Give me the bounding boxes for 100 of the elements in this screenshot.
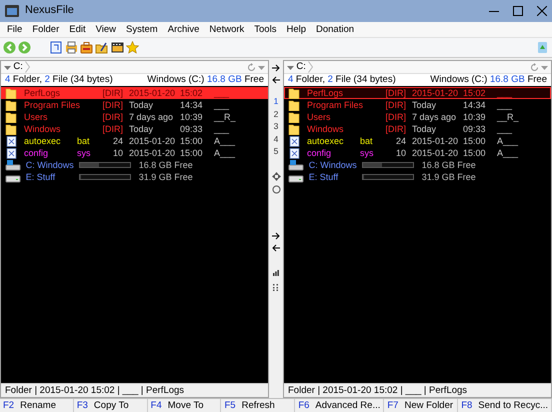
function-key-button[interactable]: F2 Rename [0, 399, 74, 412]
menu-item[interactable]: Folder [27, 24, 64, 36]
function-key-button[interactable]: F8 Send to Recyc... [458, 399, 552, 412]
file-size: [DIR] [384, 112, 406, 122]
file-row[interactable]: Windows [DIR] Today 09:33 ___ [1, 123, 268, 135]
document-icon [5, 136, 18, 146]
function-key-button[interactable]: F6 Advanced Re... [295, 399, 384, 412]
dropdown-icon[interactable] [541, 64, 548, 70]
menu-item[interactable]: System [121, 24, 163, 36]
drive-name: E: Stuff [308, 172, 338, 182]
file-time: 15:00 [180, 136, 204, 146]
panel-tab[interactable]: 5 [274, 146, 278, 158]
file-time: 15:00 [180, 148, 204, 158]
file-row[interactable]: config sys 10 2015-01-20 15:00 A___ [284, 147, 551, 159]
drive-name: C: Windows [308, 160, 357, 170]
file-row[interactable]: config sys 10 2015-01-20 15:00 A___ [1, 147, 268, 159]
folder-summary: 4 Folder, 2 File (34 bytes) [288, 74, 396, 86]
move-icon[interactable] [272, 172, 280, 180]
window-title: NexusFile [25, 4, 74, 18]
grip-icon[interactable] [273, 284, 279, 290]
panel-tab[interactable]: 4 [274, 134, 278, 146]
star-icon[interactable] [126, 41, 139, 54]
file-date: 2015-01-20 [128, 88, 176, 98]
app-icon [5, 5, 19, 17]
copy-right-icon[interactable] [272, 64, 280, 72]
copy-left-icon[interactable] [272, 76, 280, 84]
chevron-icon [308, 61, 314, 73]
file-size: [DIR] [101, 124, 123, 134]
file-date: 2015-01-20 [411, 136, 460, 146]
dropdown-icon[interactable] [4, 64, 11, 70]
menu-item[interactable]: Archive [162, 24, 204, 36]
close-icon[interactable] [537, 6, 547, 16]
path-segment[interactable]: C: [13, 61, 23, 73]
file-attributes: ___ [213, 100, 230, 110]
file-row[interactable]: Program Files [DIR] Today 14:34 ___ [284, 99, 551, 111]
circle-icon[interactable] [272, 184, 280, 194]
function-key-button[interactable]: F7 New Folder [384, 399, 458, 412]
free-space: 16.8 GB Free [422, 160, 476, 170]
file-row[interactable]: Windows [DIR] Today 09:33 ___ [284, 123, 551, 135]
refresh-icon[interactable] [530, 62, 539, 72]
file-time: 15:00 [463, 148, 487, 158]
panel-tab[interactable]: 2 [274, 108, 278, 121]
menu-item[interactable]: File [2, 24, 28, 36]
menu-item[interactable]: Network [204, 24, 250, 36]
drive-free-space: Windows (C:) 16.8 GB Free [430, 74, 547, 86]
drive-free-space: Windows (C:) 16.8 GB Free [147, 74, 264, 86]
file-row[interactable]: PerfLogs [DIR] 2015-01-20 15:02 ___ [284, 87, 551, 99]
file-attributes: A___ [496, 148, 520, 158]
file-time: 10:39 [463, 112, 487, 122]
maximize-icon[interactable] [512, 6, 523, 16]
briefcase-icon[interactable] [80, 41, 93, 54]
file-row[interactable]: Users [DIR] 7 days ago 10:39 __R_ [1, 111, 268, 123]
file-name: Windows [306, 124, 345, 134]
function-key-button[interactable]: F4 Move To [148, 399, 222, 412]
file-date: 7 days ago [411, 112, 458, 122]
file-attributes: ___ [213, 88, 230, 98]
function-key-button[interactable]: F5 Refresh [221, 399, 296, 412]
panel-tab[interactable]: 3 [274, 121, 278, 134]
folder-icon [288, 124, 300, 134]
function-key-button[interactable]: F3 Copy To [74, 399, 148, 412]
file-extension: bat [360, 136, 374, 146]
file-row[interactable]: Users [DIR] 7 days ago 10:39 __R_ [284, 111, 551, 123]
drive-name: C: Windows [26, 160, 74, 170]
document-icon [288, 148, 301, 158]
folder-edit-icon[interactable] [95, 41, 108, 54]
status-text: Folder | 2015-01-20 15:02 | ___ | PerfLogs [284, 383, 551, 397]
file-date: Today [411, 100, 438, 110]
file-row[interactable]: autoexec bat 24 2015-01-20 15:00 A___ [284, 135, 551, 147]
file-name: config [23, 148, 50, 158]
film-icon[interactable] [110, 41, 124, 54]
file-time: 15:02 [463, 88, 487, 98]
printer-icon[interactable] [64, 41, 78, 54]
file-attributes: __R_ [496, 112, 520, 122]
file-time: 09:33 [463, 124, 487, 134]
file-attributes: ___ [496, 124, 514, 134]
file-date: 2015-01-20 [128, 148, 176, 158]
file-attributes: ___ [496, 88, 514, 98]
dropdown-icon[interactable] [258, 64, 265, 70]
arrow-left-icon[interactable] [272, 244, 280, 252]
file-date: Today [128, 100, 154, 110]
file-size: [DIR] [384, 88, 406, 98]
file-size: 24 [394, 136, 406, 146]
refresh-icon[interactable] [246, 62, 256, 72]
file-size: [DIR] [384, 100, 406, 110]
folder-icon [5, 124, 17, 134]
file-attributes: ___ [496, 100, 514, 110]
file-row[interactable]: autoexec bat 24 2015-01-20 15:00 A___ [1, 135, 268, 147]
menu-item[interactable]: Edit [64, 24, 91, 36]
file-row[interactable]: Program Files [DIR] Today 14:34 ___ [1, 99, 268, 111]
menu-item[interactable]: View [90, 24, 122, 36]
bar-chart-icon[interactable] [273, 270, 279, 276]
file-name: PerfLogs [23, 88, 62, 98]
menu-item[interactable]: Help [281, 24, 311, 36]
dropdown-icon[interactable] [287, 64, 294, 70]
menu-item[interactable]: Donation [311, 24, 360, 36]
arrow-right-icon[interactable] [272, 232, 280, 240]
menu-item[interactable]: Tools [249, 24, 282, 36]
panel-tab[interactable]: 1 [274, 96, 278, 108]
file-size: [DIR] [101, 88, 123, 98]
path-segment[interactable]: C: [296, 61, 306, 73]
